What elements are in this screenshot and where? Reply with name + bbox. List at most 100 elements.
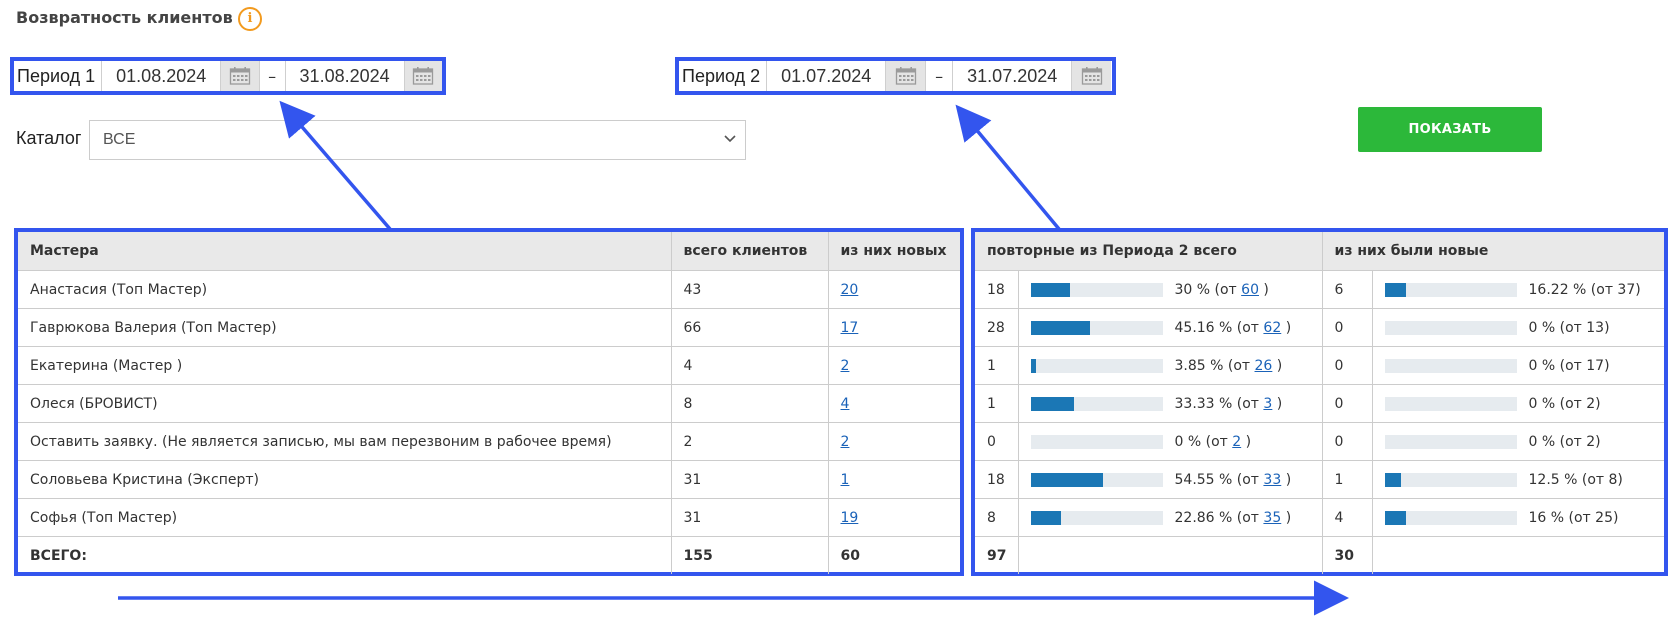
period-2-to-input[interactable] [953,61,1073,91]
repeat-total-sum: 97 [975,536,1019,574]
new-clients-link[interactable]: 19 [841,510,859,526]
were-new-progress-bar [1384,320,1517,335]
repeat-count: 0 [975,422,1019,461]
empty-cell [1018,536,1323,574]
column-header-were-new[interactable]: из них были новые [1322,232,1664,271]
repeat-clients-table: повторные из Периода 2 всего из них были… [971,228,1668,576]
column-header-repeat-total[interactable]: повторные из Периода 2 всего [975,232,1323,271]
repeat-percent-label: 30 % (от [1174,281,1242,298]
were-new-progress-bar [1384,434,1517,449]
were-new-percent-cell: 0 % (от 2) [1372,384,1664,423]
table-row: Гаврюкова Валерия (Топ Мастер) 66 17 [18,308,960,347]
repeat-progress-fill [1030,396,1075,411]
new-clients-link[interactable]: 4 [841,396,850,412]
new-clients-cell: 2 [828,422,960,461]
repeat-base-link[interactable]: 35 [1263,510,1281,526]
repeat-percent-text: 30 % (от 60 ) [1175,282,1269,298]
were-new-percent-text: 0 % (от 2) [1528,433,1601,450]
were-new-percent-cell: 12.5 % (от 8) [1372,460,1664,499]
repeat-progress-fill [1030,510,1061,525]
were-new-percent-cell: 16 % (от 25) [1372,498,1664,537]
were-new-percent-text: 0 % (от 2) [1528,395,1601,412]
period-2-to-calendar-icon[interactable] [1072,61,1112,91]
were-new-percent-cell: 0 % (от 17) [1372,346,1664,385]
period-1-from-calendar-icon[interactable] [221,61,260,91]
table-row: Олеся (БРОВИСТ) 8 4 [18,384,960,423]
closing-paren: ) [1241,433,1252,450]
new-clients-link[interactable]: 1 [841,472,850,488]
repeat-count: 8 [975,498,1019,537]
total-clients: 31 [671,460,829,499]
chevron-down-icon [723,131,737,149]
show-button[interactable]: ПОКАЗАТЬ [1358,107,1542,152]
master-name: Екатерина (Мастер ) [18,346,672,385]
repeat-progress-fill [1030,358,1036,373]
new-clients-link[interactable]: 20 [841,282,859,298]
repeat-percent-text: 45.16 % (от 62 ) [1175,320,1292,336]
period-1-to-input[interactable] [285,61,405,91]
repeat-progress-fill [1030,472,1103,487]
column-header-total-clients[interactable]: всего клиентов [671,232,829,271]
page-title: Возвратность клиентов [16,8,233,27]
catalog-select[interactable]: ВСЕ [89,120,746,160]
repeat-progress-bar [1030,320,1163,335]
closing-paren: ) [1258,281,1269,298]
new-clients-link[interactable]: 17 [841,320,859,336]
were-new-progress-bar [1384,510,1517,525]
repeat-progress-bar [1030,282,1163,297]
were-new-count: 4 [1322,498,1373,537]
were-new-progress-bar [1384,358,1517,373]
repeat-progress-fill [1030,320,1091,335]
repeat-percent-cell: 3.85 % (от 26 ) [1018,346,1323,385]
catalog-label: Каталог [16,128,82,148]
arrow-to-period-2 [955,104,1061,231]
repeat-percent-label: 33.33 % (от [1174,395,1264,412]
master-name: Олеся (БРОВИСТ) [18,384,672,423]
repeat-count: 1 [975,346,1019,385]
repeat-base-link[interactable]: 26 [1255,358,1273,374]
repeat-percent-label: 45.16 % (от [1174,319,1264,336]
total-new-sum: 60 [840,547,860,564]
total-clients: 8 [671,384,829,423]
closing-paren: ) [1272,395,1283,412]
new-clients-cell: 1 [828,460,960,499]
total-label: ВСЕГО: [18,536,672,574]
repeat-progress-bar [1030,472,1163,487]
column-header-new-clients[interactable]: из них новых [828,232,960,271]
repeat-progress-bar [1030,510,1163,525]
period-2-from-calendar-icon[interactable] [886,61,927,91]
total-row: ВСЕГО: 155 60 [18,536,960,574]
new-clients-link[interactable]: 2 [841,434,850,450]
were-new-progress-fill [1384,510,1406,525]
repeat-percent-cell: 22.86 % (от 35 ) [1018,498,1323,537]
repeat-progress-bar [1030,358,1163,373]
table-row: 1 33.33 % (от 3 ) 0 0 % (от 2) [975,384,1664,423]
new-clients-link[interactable]: 2 [841,358,850,374]
repeat-base-link[interactable]: 62 [1263,320,1281,336]
repeat-base-link[interactable]: 2 [1232,434,1241,450]
period-1-from-input[interactable] [102,61,222,91]
table-row: Екатерина (Мастер ) 4 2 [18,346,960,385]
repeat-base-link[interactable]: 33 [1263,472,1281,488]
total-row: 97 30 [975,536,1664,574]
period-2-from-input[interactable] [767,61,887,91]
repeat-percent-label: 3.85 % (от [1174,357,1255,374]
column-header-masters[interactable]: Мастера [18,232,672,271]
total-clients: 31 [671,498,829,537]
new-clients-cell: 2 [828,346,960,385]
catalog-selected-value: ВСЕ [103,131,136,148]
closing-paren: ) [1272,357,1283,374]
table-row: 1 3.85 % (от 26 ) 0 0 % (от 17) [975,346,1664,385]
repeat-base-link[interactable]: 3 [1263,396,1272,412]
repeat-percent-cell: 0 % (от 2 ) [1018,422,1323,461]
total-clients: 2 [671,422,829,461]
repeat-base-link[interactable]: 60 [1241,282,1259,298]
new-clients-cell: 19 [828,498,960,537]
master-name: Гаврюкова Валерия (Топ Мастер) [18,308,672,347]
repeat-progress-fill [1030,282,1071,297]
info-icon[interactable]: i [238,7,262,31]
period-1-to-calendar-icon[interactable] [404,61,442,91]
were-new-percent-text: 0 % (от 13) [1528,319,1610,336]
table-row: 18 54.55 % (от 33 ) 1 12.5 % (от 8) [975,460,1664,499]
repeat-percent-cell: 54.55 % (от 33 ) [1018,460,1323,499]
